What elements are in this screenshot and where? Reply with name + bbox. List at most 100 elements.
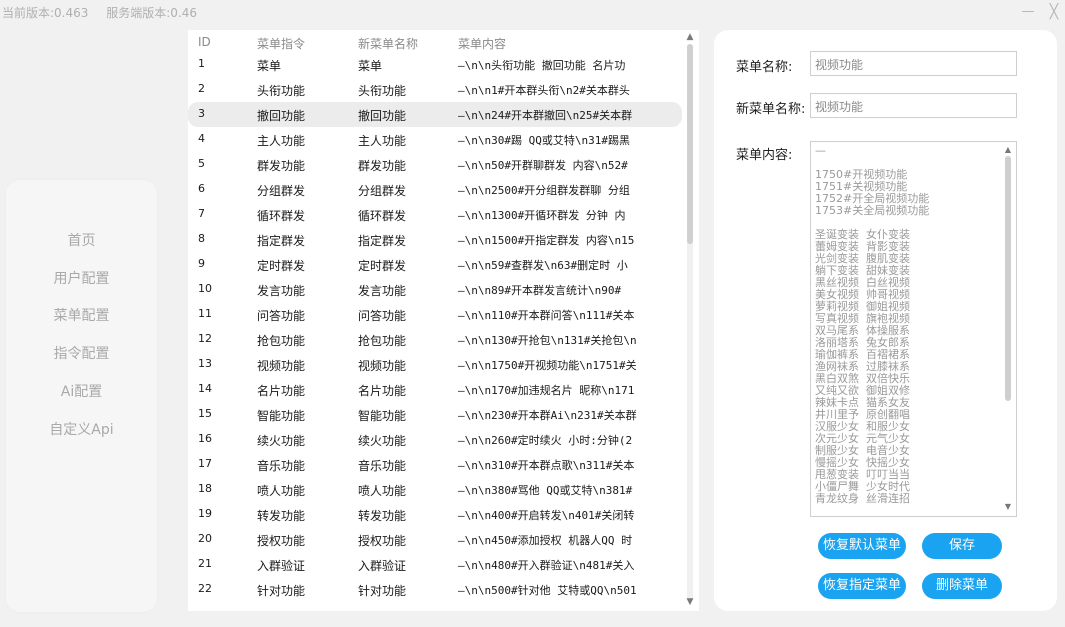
col-header-id[interactable]: ID <box>198 35 211 49</box>
content-scroll-up-icon[interactable]: ▲ <box>1003 145 1013 155</box>
cell-id: 13 <box>198 357 212 370</box>
cell-new-name: 授权功能 <box>358 534 407 548</box>
table-row[interactable]: 11 问答功能 问答功能 —\n\n110#开本群问答\n111#关本 <box>188 302 682 327</box>
sidebar-item-menu-config[interactable]: 菜单配置 <box>6 301 157 331</box>
sidebar-item-ai-config[interactable]: Ai配置 <box>6 377 157 407</box>
cell-id: 3 <box>198 107 205 120</box>
table-row[interactable]: 6 分组群发 分组群发 —\n\n2500#开分组群发群聊 分组 <box>188 177 682 202</box>
cell-new-name: 名片功能 <box>358 384 407 398</box>
cell-id: 16 <box>198 432 212 445</box>
cell-content: —\n\n1300#开循环群发 分钟 内 <box>458 209 626 222</box>
content-scroll-down-icon[interactable]: ▼ <box>1003 502 1013 512</box>
cell-command: 授权功能 <box>257 534 306 548</box>
table-row[interactable]: 7 循环群发 循环群发 —\n\n1300#开循环群发 分钟 内 <box>188 202 682 227</box>
version-info: 当前版本:0.463 服务端版本:0.46 <box>2 4 211 21</box>
table-row[interactable]: 13 视频功能 视频功能 —\n\n1750#开视频功能\n1751#关 <box>188 352 682 377</box>
cell-command: 喷人功能 <box>257 484 306 498</box>
table-row[interactable]: 8 指定群发 指定群发 —\n\n1500#开指定群发 内容\n15 <box>188 227 682 252</box>
minimize-icon[interactable]: — <box>1020 4 1036 20</box>
table-row[interactable]: 9 定时群发 定时群发 —\n\n59#查群发\n63#删定时 小 <box>188 252 682 277</box>
menu-content-textarea[interactable]: —1750#开视频功能 1751#关视频功能 1752#开全局视频功能 1753#关全… <box>810 141 1017 517</box>
cell-content: —\n\n89#开本群发言统计\n90# <box>458 284 622 297</box>
cell-content: —\n\n24#开本群撤回\n25#关本群 <box>458 109 633 122</box>
table-row[interactable]: 10 发言功能 发言功能 —\n\n89#开本群发言统计\n90# <box>188 277 682 302</box>
cell-command: 撤回功能 <box>257 109 306 123</box>
col-header-new-name[interactable]: 新菜单名称 <box>358 35 418 52</box>
cell-content: —\n\n130#开抢包\n131#关抢包\n <box>458 334 637 347</box>
menu-table: ID 菜单指令 新菜单名称 菜单内容 1 菜单 菜单 —\n\n头衔功能 撤回功能 名… <box>188 30 699 611</box>
table-row[interactable]: 16 续火功能 续火功能 —\n\n260#定时续火 小时:分钟(2 <box>188 427 682 452</box>
cell-command: 群发功能 <box>257 159 306 173</box>
cell-id: 9 <box>198 257 205 270</box>
table-row[interactable]: 5 群发功能 群发功能 —\n\n50#开群聊群发 内容\n52# <box>188 152 682 177</box>
cell-id: 8 <box>198 232 205 245</box>
cell-id: 17 <box>198 457 212 470</box>
cell-command: 主人功能 <box>257 134 306 148</box>
cell-new-name: 菜单 <box>358 59 383 73</box>
menu-name-input[interactable]: 视频功能 <box>810 51 1017 76</box>
table-row[interactable]: 14 名片功能 名片功能 —\n\n170#加违规名片 昵称\n171 <box>188 377 682 402</box>
sidebar-item-custom-api[interactable]: 自定义Api <box>6 415 157 445</box>
cell-content: —\n\n400#开启转发\n401#关闭转 <box>458 509 635 522</box>
menu-name-label: 菜单名称: <box>736 60 793 75</box>
table-row[interactable]: 19 转发功能 转发功能 —\n\n400#开启转发\n401#关闭转 <box>188 502 682 527</box>
table-row[interactable]: 15 智能功能 智能功能 —\n\n230#开本群Ai\n231#关本群 <box>188 402 682 427</box>
content-line: 青龙纹身 丝滑连招 <box>815 492 910 505</box>
cell-new-name: 音乐功能 <box>358 459 407 473</box>
table-row[interactable]: 12 抢包功能 抢包功能 —\n\n130#开抢包\n131#关抢包\n <box>188 327 682 352</box>
cell-new-name: 主人功能 <box>358 134 407 148</box>
table-row[interactable]: 2 头衔功能 头衔功能 —\n\n1#开本群头衔\n2#关本群头 <box>188 77 682 102</box>
menu-content-text: —1750#开视频功能 1751#关视频功能 1752#开全局视频功能 1753#关全… <box>815 145 1001 505</box>
cell-new-name: 发言功能 <box>358 284 407 298</box>
menu-edit-form: 菜单名称: 视频功能 新菜单名称: 视频功能 菜单内容: —1750#开视频功能… <box>714 30 1057 611</box>
cell-command: 转发功能 <box>257 509 306 523</box>
table-row[interactable]: 18 喷人功能 喷人功能 —\n\n380#骂他 QQ或艾特\n381# <box>188 477 682 502</box>
scroll-up-icon[interactable]: ▲ <box>685 32 695 42</box>
scroll-down-icon[interactable]: ▼ <box>685 597 695 607</box>
server-version: 服务端版本:0.46 <box>106 6 197 20</box>
table-row[interactable]: 17 音乐功能 音乐功能 —\n\n310#开本群点歌\n311#关本 <box>188 452 682 477</box>
cell-new-name: 循环群发 <box>358 209 407 223</box>
cell-id: 20 <box>198 532 212 545</box>
cell-new-name: 指定群发 <box>358 234 407 248</box>
cell-new-name: 续火功能 <box>358 434 407 448</box>
table-row[interactable]: 4 主人功能 主人功能 —\n\n30#踢 QQ或艾特\n31#踢黑 <box>188 127 682 152</box>
new-menu-name-input[interactable]: 视频功能 <box>810 93 1017 118</box>
sidebar-item-command-config[interactable]: 指令配置 <box>6 339 157 369</box>
cell-command: 针对功能 <box>257 584 306 598</box>
cell-content: —\n\n2500#开分组群发群聊 分组 <box>458 184 630 197</box>
cell-content: —\n\n310#开本群点歌\n311#关本 <box>458 459 635 472</box>
table-row[interactable]: 3 撤回功能 撤回功能 —\n\n24#开本群撤回\n25#关本群 <box>188 102 682 127</box>
table-header: ID 菜单指令 新菜单名称 菜单内容 <box>188 32 678 54</box>
table-row[interactable]: 22 针对功能 针对功能 —\n\n500#针对他 艾特或QQ\n501 <box>188 577 682 602</box>
cell-content: —\n\n1#开本群头衔\n2#关本群头 <box>458 84 630 97</box>
col-header-command[interactable]: 菜单指令 <box>257 35 305 52</box>
restore-default-menu-button[interactable]: 恢复默认菜单 <box>818 533 906 559</box>
table-row[interactable]: 1 菜单 菜单 —\n\n头衔功能 撤回功能 名片功 <box>188 52 682 77</box>
content-line: — <box>815 144 826 157</box>
table-row[interactable]: 20 授权功能 授权功能 —\n\n450#添加授权 机器人QQ 时 <box>188 527 682 552</box>
sidebar-item-user-config[interactable]: 用户配置 <box>6 264 157 294</box>
cell-new-name: 定时群发 <box>358 259 407 273</box>
cell-content: —\n\n头衔功能 撤回功能 名片功 <box>458 59 626 72</box>
cell-content: —\n\n1750#开视频功能\n1751#关 <box>458 359 637 372</box>
table-scrollbar[interactable]: ▲ ▼ <box>682 30 698 611</box>
cell-id: 10 <box>198 282 212 295</box>
cell-new-name: 抢包功能 <box>358 334 407 348</box>
cell-command: 问答功能 <box>257 309 306 323</box>
cell-content: —\n\n500#针对他 艾特或QQ\n501 <box>458 584 637 597</box>
table-row[interactable]: 21 入群验证 入群验证 —\n\n480#开入群验证\n481#关入 <box>188 552 682 577</box>
cell-content: —\n\n450#添加授权 机器人QQ 时 <box>458 534 633 547</box>
scroll-thumb[interactable] <box>687 44 693 244</box>
content-scroll-thumb[interactable] <box>1005 156 1011 401</box>
restore-specified-menu-button[interactable]: 恢复指定菜单 <box>818 573 906 599</box>
content-line: 1753#关全局视频功能 <box>815 204 930 217</box>
cell-command: 入群验证 <box>257 559 306 573</box>
content-scrollbar[interactable]: ▲ ▼ <box>1002 144 1014 514</box>
sidebar-item-home[interactable]: 首页 <box>6 226 157 256</box>
col-header-content[interactable]: 菜单内容 <box>458 35 506 52</box>
delete-menu-button[interactable]: 删除菜单 <box>922 573 1002 599</box>
close-icon[interactable]: ╳ <box>1046 4 1062 20</box>
cell-id: 18 <box>198 482 212 495</box>
save-button[interactable]: 保存 <box>922 533 1002 559</box>
